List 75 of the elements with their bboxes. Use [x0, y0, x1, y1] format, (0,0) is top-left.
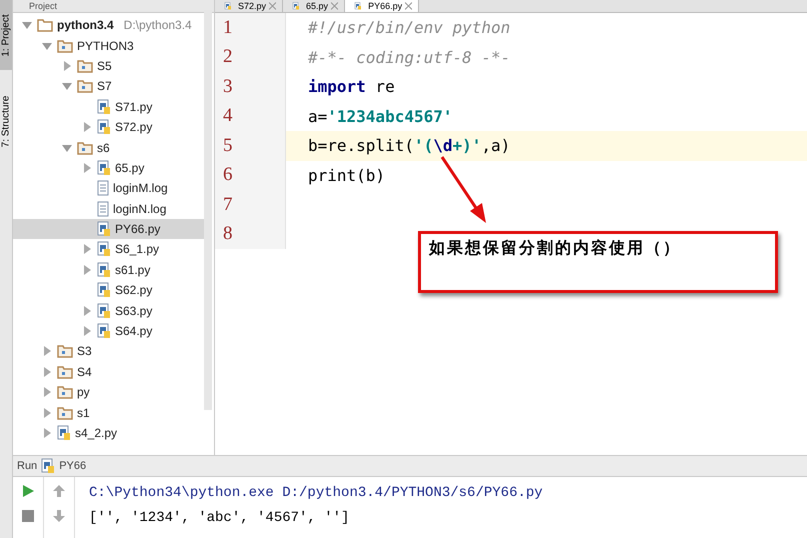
- close-icon: [405, 2, 412, 10]
- python-file-icon: [97, 160, 111, 176]
- code-line: #!/usr/bin/env python: [308, 18, 510, 38]
- stop-icon[interactable]: [21, 509, 35, 523]
- python-file-icon: [57, 425, 71, 441]
- tree-item[interactable]: S4: [13, 362, 204, 382]
- run-config-name: PY66: [59, 460, 86, 472]
- folder-icon: [37, 18, 53, 32]
- run-panel-title: Run: [17, 460, 38, 472]
- tree-item[interactable]: PYTHON3: [13, 35, 204, 56]
- tree-item[interactable]: S5: [13, 56, 204, 76]
- python-file-icon: [97, 323, 111, 340]
- python-file-icon: [97, 119, 111, 136]
- folder-icon: [57, 344, 73, 358]
- code-line: print(b): [308, 166, 386, 185]
- python-file-icon: [97, 98, 111, 115]
- tree-item[interactable]: python3.4 D:\python3.4: [13, 15, 204, 36]
- line-number: 5: [223, 134, 232, 157]
- python-file-icon: [97, 262, 111, 278]
- tree-item[interactable]: loginM.log: [13, 178, 204, 199]
- tool-window-tab[interactable]: 1: Project: [0, 0, 12, 70]
- code-line: #-*- coding:utf-8 -*-: [308, 48, 510, 67]
- folder-icon: [57, 385, 73, 400]
- folder-icon: [57, 38, 73, 53]
- line-number: 3: [223, 76, 232, 98]
- python-file-icon: [97, 282, 111, 298]
- text-file-icon: [97, 180, 109, 196]
- line-number: 6: [223, 164, 232, 186]
- tool-window-tab[interactable]: 7: Structure: [0, 76, 12, 166]
- close-icon: [269, 2, 276, 10]
- folder-path: D:\python3.4: [124, 18, 192, 32]
- folder-icon: [77, 58, 93, 73]
- tree-item[interactable]: loginN.log: [13, 198, 204, 219]
- code-line: a='1234abc4567': [308, 106, 452, 126]
- folder-icon: [77, 79, 93, 94]
- tree-item[interactable]: S7: [13, 76, 204, 97]
- python-file-icon: [97, 241, 111, 258]
- code-line: b=re.split('(\d+)',a): [308, 136, 510, 156]
- tree-item[interactable]: PY66.py: [13, 218, 204, 240]
- line-number: 2: [223, 46, 232, 68]
- tree-item[interactable]: s1: [13, 402, 204, 423]
- console-output-line: C:\Python34\python.exe D:/python3.4/PYTHON3/s6/PY66.py: [89, 484, 543, 503]
- panel-title: Project: [29, 1, 58, 11]
- python-file-icon: [97, 302, 111, 319]
- console-output-line: ['', '1234', 'abc', '4567', '']: [89, 509, 350, 528]
- line-number: 1: [223, 16, 232, 39]
- file-tab[interactable]: S72.py: [215, 0, 284, 12]
- tree-item[interactable]: s61.py: [13, 260, 204, 280]
- text-file-icon: [97, 200, 109, 217]
- folder-icon: [77, 140, 93, 155]
- tree-item[interactable]: S6_1.py: [13, 239, 204, 260]
- tree-item[interactable]: S63.py: [13, 300, 204, 321]
- python-file-icon: [97, 221, 111, 238]
- folder-icon: [57, 364, 73, 379]
- tree-item[interactable]: py: [13, 382, 204, 402]
- tree-item[interactable]: S64.py: [13, 320, 204, 342]
- up-arrow-icon[interactable]: [52, 484, 66, 498]
- close-icon: [331, 2, 338, 10]
- code-line: import re: [308, 77, 395, 96]
- down-arrow-icon[interactable]: [52, 509, 66, 523]
- tree-item[interactable]: s6: [13, 137, 204, 158]
- line-number: 8: [223, 223, 232, 246]
- tree-item[interactable]: S71.py: [13, 96, 204, 117]
- folder-icon: [57, 406, 73, 420]
- annotation-text: 如果想保留分割的内容使用（）: [429, 238, 681, 257]
- file-tab[interactable]: PY66.py: [345, 0, 420, 12]
- line-number: 7: [223, 194, 232, 216]
- tree-item[interactable]: S3: [13, 341, 204, 362]
- python-file-icon: [41, 458, 56, 474]
- run-icon[interactable]: [21, 484, 35, 498]
- tree-item[interactable]: 65.py: [13, 158, 204, 178]
- tree-item[interactable]: S72.py: [13, 116, 204, 138]
- tree-item[interactable]: S62.py: [13, 280, 204, 300]
- line-number: 4: [223, 105, 232, 128]
- tree-item[interactable]: s4_2.py: [13, 422, 204, 444]
